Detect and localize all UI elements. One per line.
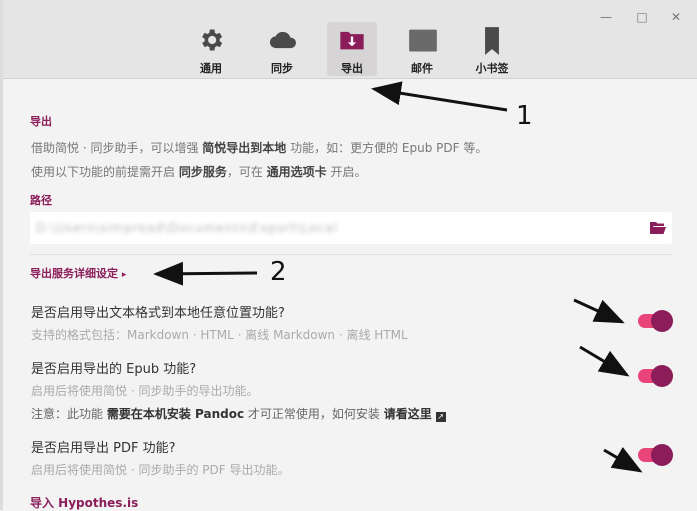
caret-right-icon: ▸ (121, 270, 127, 280)
import-hypothesis-title: 导入 Hypothes.is (30, 496, 139, 510)
folder-open-icon[interactable] (650, 221, 666, 235)
toggle-knob (651, 365, 673, 387)
export-settings-panel: 导出 借助简悦 · 同步助手，可以增强 简悦导出到本地 功能，如：更方便的 Ep… (3, 79, 697, 510)
annotation-number-1: 1 (516, 101, 533, 131)
epub-toggle[interactable] (638, 365, 673, 387)
path-value: D:\Users\simpread\Documents\Export\Local (36, 221, 338, 235)
tab-general-label: 通用 (200, 62, 222, 75)
option-epub-note: 注意：此功能 需要在本机安装 Pandoc 才可正常使用，如何安装 请看这里 ↗ (31, 407, 446, 422)
option-pdf-hint: 启用后将使用简悦 · 同步助手的 PDF 导出功能。 (31, 463, 290, 477)
toggle-knob (651, 310, 673, 332)
tab-export-label: 导出 (341, 62, 363, 75)
tab-mail[interactable]: 邮件 (397, 22, 447, 76)
tab-general[interactable]: 通用 (186, 22, 236, 76)
pandoc-install-link[interactable]: 请看这里 (384, 407, 432, 421)
text-export-toggle[interactable] (638, 310, 673, 332)
tab-sync-label: 同步 (271, 62, 293, 75)
export-description-line-1: 借助简悦 · 同步助手，可以增强 简悦导出到本地 功能，如：更方便的 Epub … (31, 141, 488, 155)
pdf-toggle[interactable] (638, 444, 673, 466)
mail-icon (409, 29, 437, 52)
path-section-title: 路径 (30, 194, 52, 207)
folder-export-icon (340, 31, 364, 50)
tab-sync[interactable]: 同步 (257, 22, 307, 76)
tab-bookmarklet[interactable]: 小书签 (467, 22, 517, 76)
export-section-title: 导出 (30, 115, 52, 128)
export-description-line-2: 使用以下功能的前提需开启 同步服务，可在 通用选项卡 开启。 (31, 165, 367, 179)
minimize-icon[interactable]: — (597, 8, 615, 26)
annotation-number-2: 2 (270, 257, 287, 287)
tab-bookmarklet-label: 小书签 (475, 62, 509, 75)
tab-export[interactable]: 导出 (327, 22, 377, 76)
toggle-knob (651, 444, 673, 466)
option-pdf-question: 是否启用导出 PDF 功能? (31, 441, 176, 456)
divider (30, 254, 672, 255)
option-text-export-hint: 支持的格式包括：Markdown · HTML · 离线 Markdown · … (31, 328, 408, 342)
option-epub-hint: 启用后将使用简悦 · 同步助手的导出功能。 (31, 384, 259, 398)
gear-icon (202, 29, 223, 51)
path-input[interactable]: D:\Users\simpread\Documents\Export\Local (30, 212, 672, 244)
tab-mail-label: 邮件 (411, 62, 433, 75)
maximize-icon[interactable]: □ (633, 8, 651, 26)
cloud-icon (269, 31, 296, 49)
tab-bar: — □ ✕ 通用 同步 导出 邮件 小书签 (3, 0, 697, 79)
external-link-icon[interactable]: ↗ (435, 412, 446, 422)
option-epub-question: 是否启用导出的 Epub 功能? (31, 362, 197, 377)
close-icon[interactable]: ✕ (667, 8, 685, 26)
option-text-export-question: 是否启用导出文本格式到本地任意位置功能? (31, 306, 285, 321)
bookmark-icon (485, 27, 499, 55)
export-service-settings-link[interactable]: 导出服务详细设定 ▸ (30, 265, 126, 281)
